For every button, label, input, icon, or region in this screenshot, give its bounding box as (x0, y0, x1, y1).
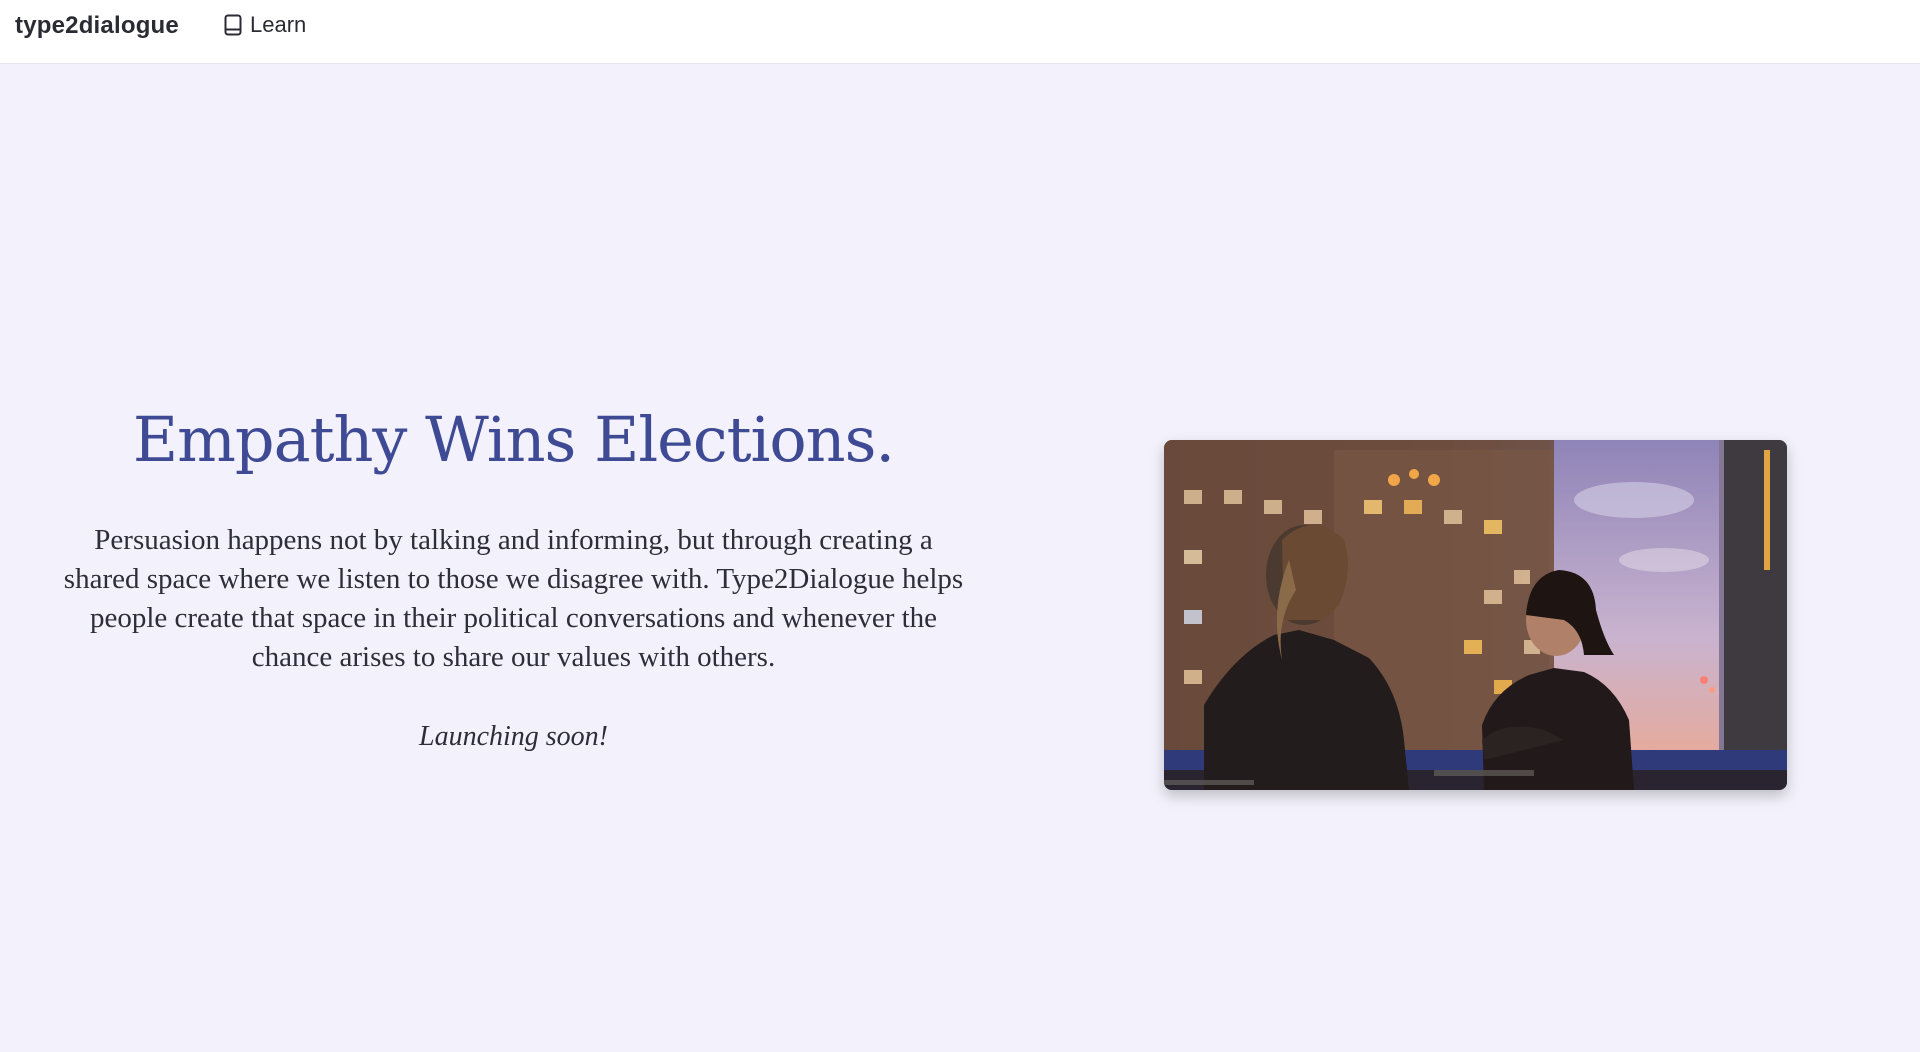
hero-photo (1164, 440, 1787, 790)
nav-learn-label: Learn (250, 12, 307, 37)
launch-tagline: Launching soon! (419, 720, 608, 752)
hero-text-section: Empathy Wins Elections. Persuasion happe… (40, 400, 987, 753)
brand-logo-link[interactable]: type2dialogue (15, 12, 179, 40)
top-navbar: type2dialogue Learn (0, 0, 1920, 64)
nav-learn-link[interactable]: Learn (224, 12, 306, 38)
hero-description: Persuasion happens not by talking and in… (63, 523, 964, 673)
hero-headline: Empathy Wins Elections. (132, 403, 895, 476)
book-icon (224, 14, 242, 36)
